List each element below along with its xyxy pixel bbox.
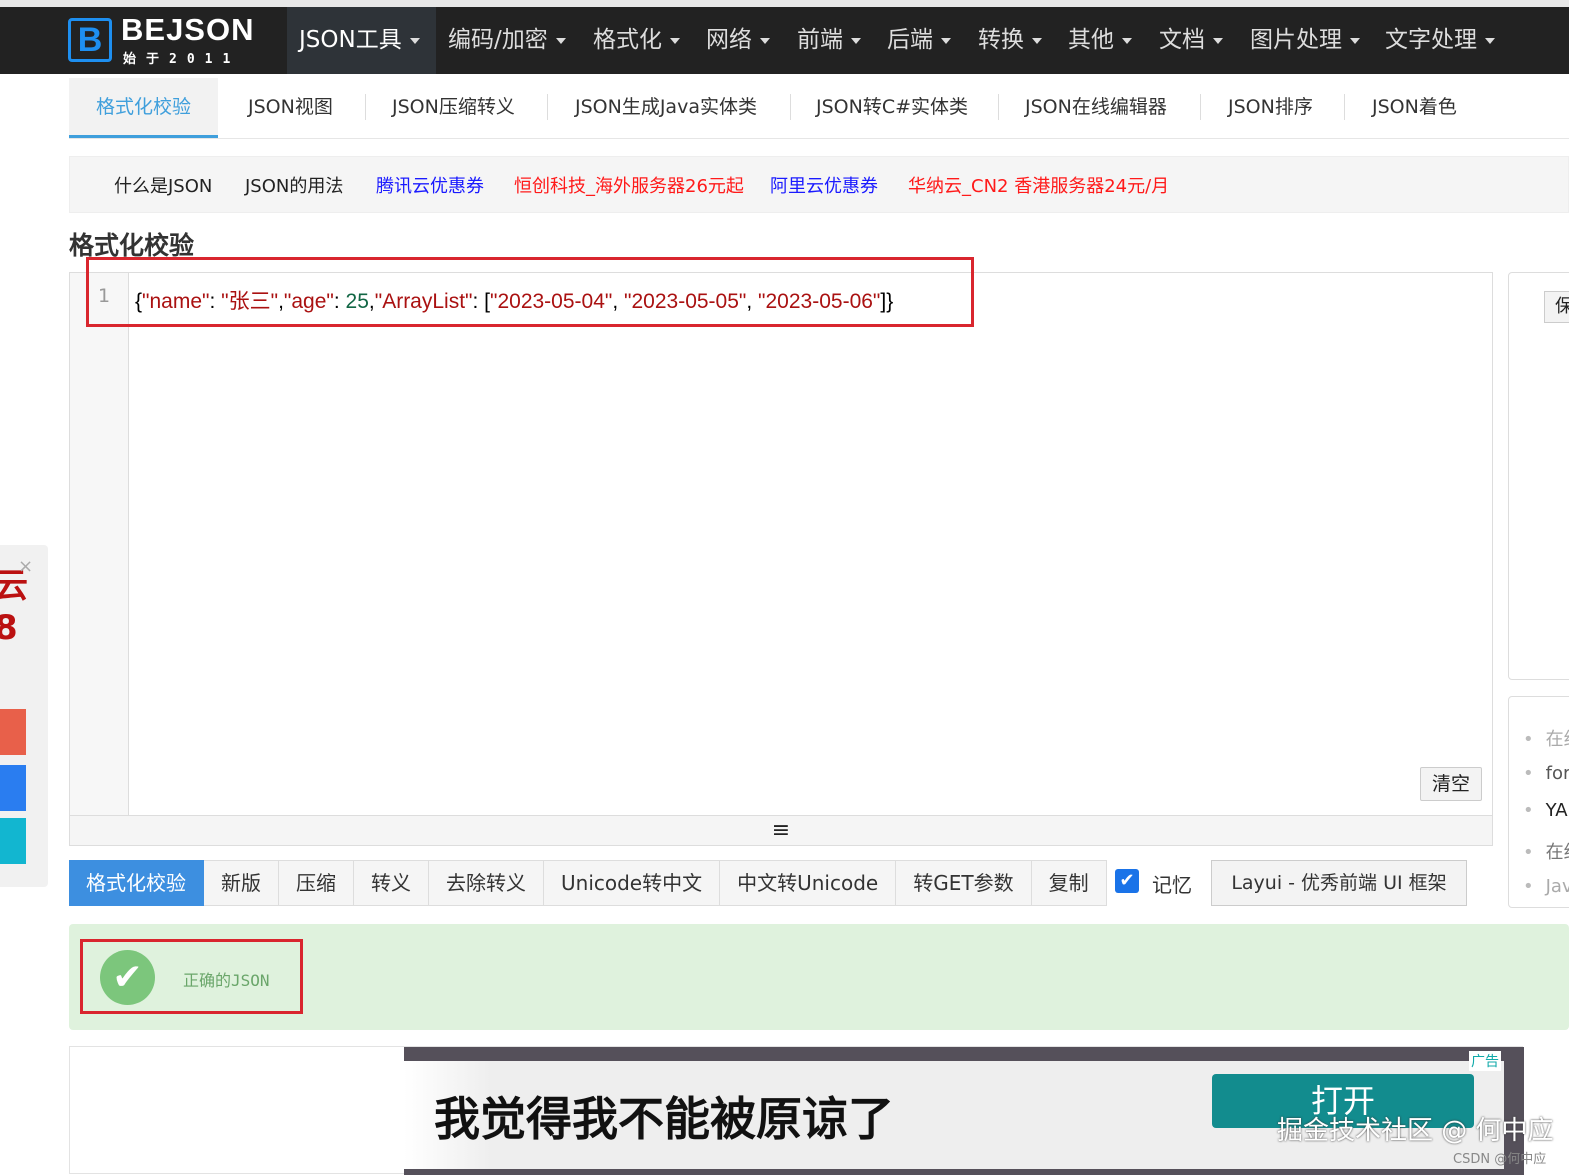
nav-image[interactable]: 图片处理: [1238, 7, 1372, 74]
unescape-button[interactable]: 去除转义: [429, 860, 544, 906]
list-item[interactable]: YAI: [1523, 800, 1569, 821]
caret-down-icon: [941, 37, 951, 44]
tab-json-sort[interactable]: JSON排序: [1228, 78, 1313, 138]
escape-button[interactable]: 转义: [354, 860, 429, 906]
save-button[interactable]: 保: [1544, 291, 1569, 323]
logo[interactable]: B BEJSON 始于2011: [68, 12, 258, 67]
tab-json-compress[interactable]: JSON压缩转义: [392, 78, 515, 138]
nav-docs[interactable]: 文档: [1147, 7, 1235, 74]
action-buttons: 格式化校验 新版 压缩 转义 去除转义 Unicode转中文 中文转Unicod…: [69, 860, 1107, 906]
caret-down-icon: [1213, 37, 1223, 44]
unicode-to-chinese-button[interactable]: Unicode转中文: [544, 860, 721, 906]
watermark-csdn: CSDN @何中应: [1453, 1152, 1547, 1167]
nav-frontend[interactable]: 前端: [785, 7, 873, 74]
side-panel: 保: [1508, 272, 1569, 680]
json-editor[interactable]: 1 {"name": "张三","age": 25,"ArrayList": […: [69, 272, 1493, 846]
nav-text[interactable]: 文字处理: [1373, 7, 1507, 74]
caret-down-icon: [1122, 37, 1132, 44]
list-item[interactable]: 在约: [1523, 725, 1569, 751]
left-floating-ad[interactable]: 云 8: [0, 545, 48, 887]
divider: [998, 94, 999, 120]
link-bar: 什么是JSON JSON的用法 腾讯云优惠券 恒创科技_海外服务器26元起 阿里…: [69, 156, 1569, 213]
logo-icon: B: [68, 18, 112, 62]
caret-down-icon: [409, 37, 420, 44]
new-version-button[interactable]: 新版: [204, 860, 279, 906]
caret-down-icon: [760, 37, 770, 44]
nav-json-tools[interactable]: JSON工具: [287, 7, 436, 74]
list-item[interactable]: for: [1523, 763, 1569, 784]
highlight-box: [86, 257, 974, 327]
divider: [1344, 94, 1345, 120]
link-aliyun[interactable]: 阿里云优惠券: [770, 172, 878, 198]
tab-json-color[interactable]: JSON着色: [1372, 78, 1457, 138]
top-strip: [0, 0, 1569, 7]
nav-label: 前端: [797, 27, 843, 53]
divider: [547, 94, 548, 120]
tab-json-editor[interactable]: JSON在线编辑器: [1025, 78, 1167, 138]
caret-down-icon: [1485, 37, 1495, 44]
share-button[interactable]: [0, 765, 26, 811]
to-get-params-button[interactable]: 转GET参数: [896, 860, 1032, 906]
memory-label: 记忆: [1152, 873, 1192, 897]
nav-label: 后端: [887, 27, 933, 53]
watermark: 掘金技术社区 @ 何中应: [1277, 1116, 1554, 1146]
caret-down-icon: [670, 37, 680, 44]
caret-down-icon: [1032, 37, 1042, 44]
clear-button[interactable]: 清空: [1420, 767, 1482, 801]
close-icon[interactable]: ×: [18, 556, 33, 577]
list-item[interactable]: 在约: [1523, 838, 1569, 864]
nav-label: 图片处理: [1250, 27, 1342, 53]
divider: [1200, 94, 1201, 120]
divider: [790, 94, 791, 120]
nav-label: 文字处理: [1385, 27, 1477, 53]
highlight-box: [80, 939, 303, 1014]
format-validate-button[interactable]: 格式化校验: [69, 860, 204, 906]
caret-down-icon: [1350, 37, 1360, 44]
link-hengchuang[interactable]: 恒创科技_海外服务器26元起: [514, 172, 744, 198]
nav-backend[interactable]: 后端: [875, 7, 963, 74]
nav-format[interactable]: 格式化: [581, 7, 692, 74]
ad-text: 我觉得我不能被原谅了: [434, 1092, 894, 1146]
nav-label: 编码/加密: [448, 27, 548, 53]
chinese-to-unicode-button[interactable]: 中文转Unicode: [720, 860, 897, 906]
tab-json-csharp[interactable]: JSON转C#实体类: [816, 78, 968, 138]
nav-label: 其他: [1068, 27, 1114, 53]
nav-label: 文档: [1159, 27, 1205, 53]
link-tencent[interactable]: 腾讯云优惠券: [376, 172, 484, 198]
caret-down-icon: [555, 37, 566, 44]
nav-network[interactable]: 网络: [694, 7, 782, 74]
share-button[interactable]: [0, 709, 26, 755]
share-button[interactable]: [0, 818, 26, 864]
line-gutter: [70, 273, 129, 815]
side-list: 在约 for YAI 在约 Jav: [1508, 696, 1569, 908]
nav-label: JSON工具: [299, 27, 402, 53]
nav-other[interactable]: 其他: [1056, 7, 1144, 74]
list-item[interactable]: Jav: [1523, 876, 1569, 897]
ad-tag: 广告: [1469, 1051, 1501, 1071]
nav-label: 转换: [978, 27, 1024, 53]
link-huana[interactable]: 华纳云_CN2 香港服务器24元/月: [908, 172, 1169, 198]
resize-handle[interactable]: ≡: [70, 815, 1492, 845]
copy-button[interactable]: 复制: [1031, 860, 1107, 906]
nav-label: 格式化: [593, 27, 662, 53]
tool-tabs: 格式化校验 JSON视图 JSON压缩转义 JSON生成Java实体类 JSON…: [69, 78, 1569, 139]
layui-link-button[interactable]: Layui - 优秀前端 UI 框架: [1211, 860, 1467, 906]
logo-sub: 始于2011: [123, 52, 241, 67]
memory-checkbox[interactable]: ✔: [1115, 869, 1139, 893]
compress-button[interactable]: 压缩: [279, 860, 354, 906]
link-json-usage[interactable]: JSON的用法: [245, 172, 343, 198]
left-ad-text: 云 8: [0, 566, 28, 648]
nav-encode[interactable]: 编码/加密: [436, 7, 578, 74]
divider: [365, 94, 366, 120]
logo-name: BEJSON: [121, 12, 255, 47]
tab-json-java[interactable]: JSON生成Java实体类: [575, 78, 757, 138]
nav-convert[interactable]: 转换: [966, 7, 1054, 74]
tab-format-validate[interactable]: 格式化校验: [69, 78, 219, 138]
caret-down-icon: [851, 37, 861, 44]
link-what-is-json[interactable]: 什么是JSON: [114, 172, 212, 198]
tab-json-view[interactable]: JSON视图: [248, 78, 333, 138]
nav-label: 网络: [706, 27, 752, 53]
